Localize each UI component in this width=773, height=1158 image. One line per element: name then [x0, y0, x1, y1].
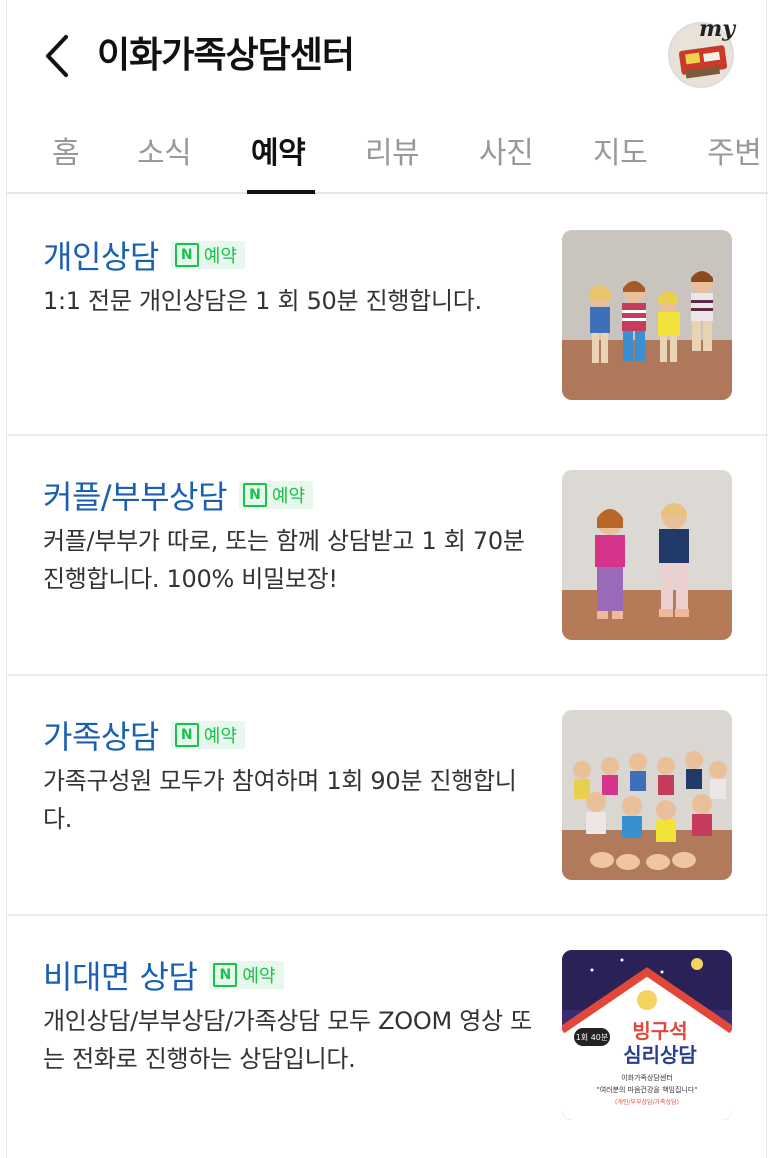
app-frame: 이화가족상담센터 my 홈 소식 예약 리뷰 사진 지도 주변 개인상담 N 예… — [6, 0, 768, 1158]
naver-n-icon: N — [242, 483, 267, 507]
badge-label: 예약 — [203, 726, 237, 747]
list-item-individual[interactable]: 개인상담 N 예약 1:1 전문 개인상담은 1 회 50분 진행합니다. — [7, 196, 768, 436]
tab-nearby[interactable]: 주변 — [707, 128, 762, 172]
badge-label: 예약 — [203, 246, 237, 267]
active-tab-indicator — [247, 190, 315, 194]
back-button[interactable] — [37, 30, 77, 82]
poster-tag: 1회 40분 — [576, 1033, 609, 1042]
poster-title-top: 빙구석 — [632, 1019, 687, 1043]
thumbnail-image — [562, 230, 732, 400]
item-title-row: 개인상담 N 예약 — [43, 232, 245, 278]
thumbnail-image — [562, 470, 732, 640]
booking-badge: N 예약 — [170, 241, 245, 269]
item-title: 커플/부부상담 — [43, 478, 227, 516]
poster-title-bottom: 심리상담 — [623, 1043, 697, 1067]
list-item-couple[interactable]: 커플/부부상담 N 예약 커플/부부가 따로, 또는 함께 상담받고 1 회 7… — [7, 436, 768, 676]
header: 이화가족상담센터 my — [7, 0, 768, 110]
thumbnail-poster: 빙구석 심리상담 1회 40분 이화가족상담센터 "여러분의 마음건강을 책임집… — [562, 950, 732, 1120]
item-title-row: 커플/부부상담 N 예약 — [43, 472, 314, 518]
list-item-remote[interactable]: 비대면 상담 N 예약 개인상담/부부상담/가족상담 모두 ZOOM 영상 또는… — [7, 916, 768, 1156]
naver-n-icon: N — [213, 963, 238, 987]
naver-n-icon: N — [174, 243, 199, 267]
list-item-family[interactable]: 가족상담 N 예약 가족구성원 모두가 참여하며 1회 90분 진행합니다. — [7, 676, 768, 916]
badge-label: 예약 — [242, 966, 276, 987]
poster-line-3: (개인/부부상담/가족상담) — [615, 1098, 679, 1106]
thumbnail-image — [562, 710, 732, 880]
item-description: 개인상담/부부상담/가족상담 모두 ZOOM 영상 또는 전화로 진행하는 상담… — [43, 1007, 532, 1073]
naver-n-icon: N — [174, 723, 199, 747]
item-description: 1:1 전문 개인상담은 1 회 50분 진행합니다. — [43, 287, 482, 315]
tab-home[interactable]: 홈 — [52, 128, 80, 172]
poster-line-2: "여러분의 마음건강을 책임집니다" — [596, 1085, 697, 1094]
item-description: 커플/부부가 따로, 또는 함께 상담받고 1 회 70분 진행합니다. 100… — [43, 527, 525, 593]
item-title: 가족상담 — [43, 718, 159, 756]
tab-news[interactable]: 소식 — [137, 128, 192, 172]
tab-reviews[interactable]: 리뷰 — [365, 128, 420, 172]
tab-map[interactable]: 지도 — [593, 128, 648, 172]
poster-line-1: 이화가족상담센터 — [621, 1073, 673, 1082]
item-title: 비대면 상담 — [43, 958, 198, 996]
badge-label: 예약 — [271, 486, 306, 507]
booking-badge: N 예약 — [238, 481, 314, 509]
booking-badge: N 예약 — [170, 721, 245, 749]
item-title-row: 비대면 상담 N 예약 — [43, 952, 284, 998]
booking-badge: N 예약 — [209, 961, 284, 989]
chevron-left-icon — [46, 35, 68, 77]
page-title: 이화가족상담센터 — [97, 35, 355, 76]
item-description: 가족구성원 모두가 참여하며 1회 90분 진행합니다. — [43, 767, 517, 833]
item-title-row: 가족상담 N 예약 — [43, 712, 245, 758]
tab-bar: 홈 소식 예약 리뷰 사진 지도 주변 — [7, 110, 768, 194]
tab-booking[interactable]: 예약 — [251, 128, 306, 172]
item-title: 개인상담 — [43, 238, 159, 276]
my-label: my — [699, 16, 736, 42]
tab-photos[interactable]: 사진 — [479, 128, 534, 172]
